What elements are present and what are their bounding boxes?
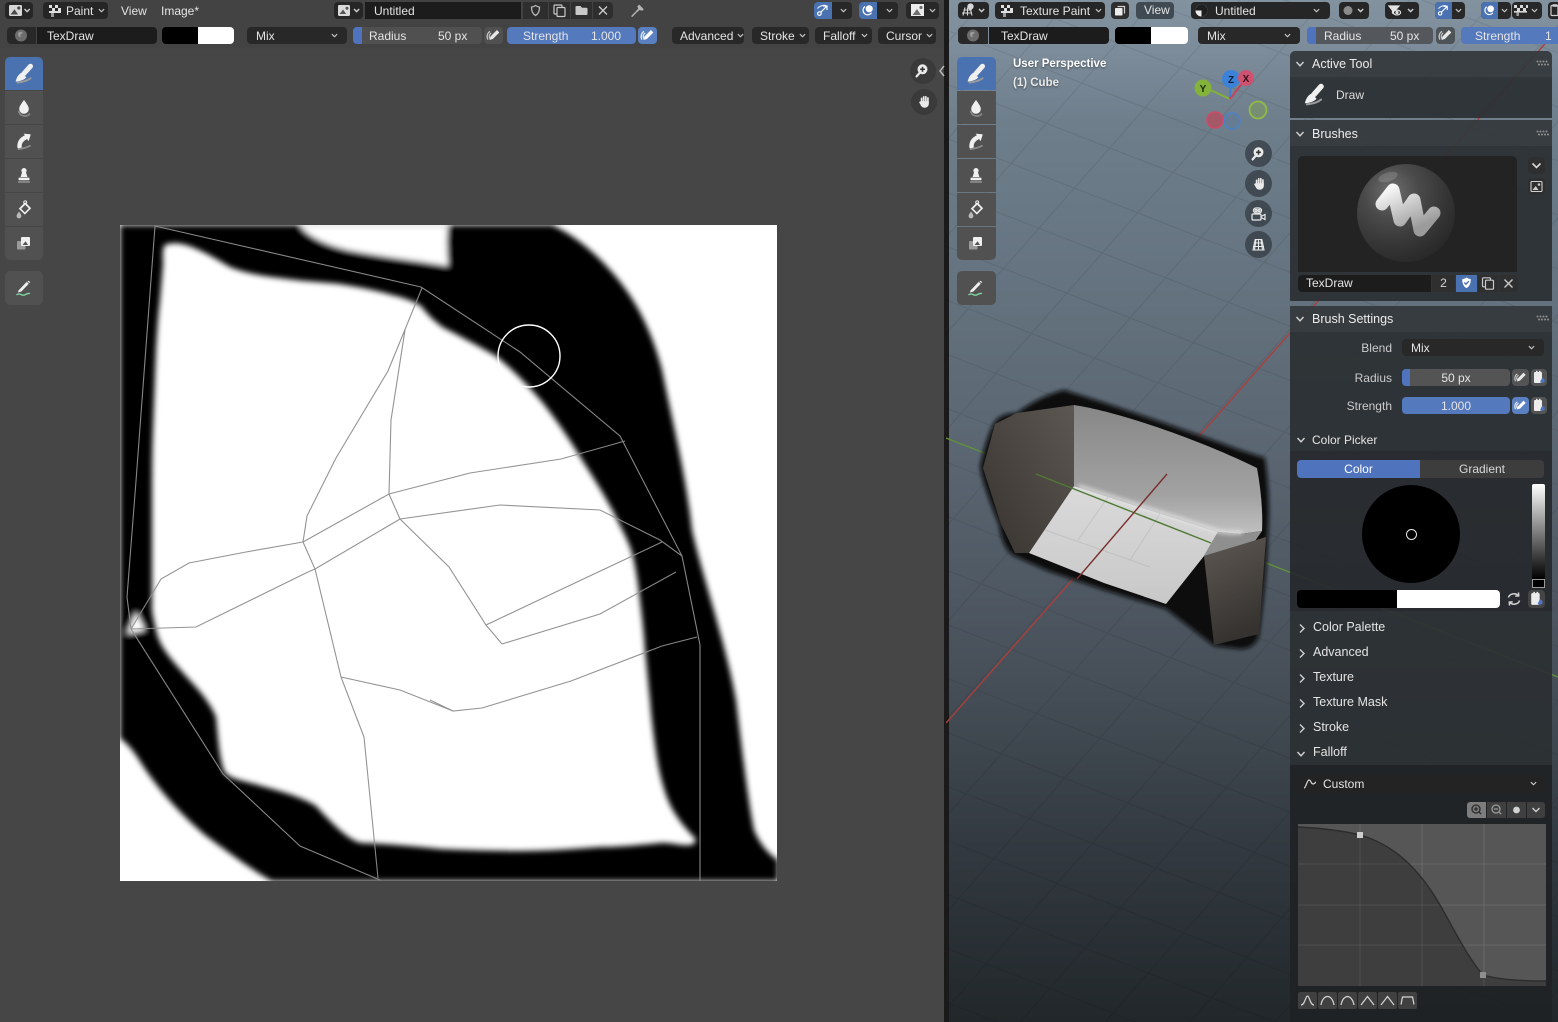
svg-text:Z: Z — [1228, 75, 1234, 86]
svg-text:X: X — [1243, 74, 1250, 85]
svg-text:Y: Y — [1200, 84, 1207, 95]
